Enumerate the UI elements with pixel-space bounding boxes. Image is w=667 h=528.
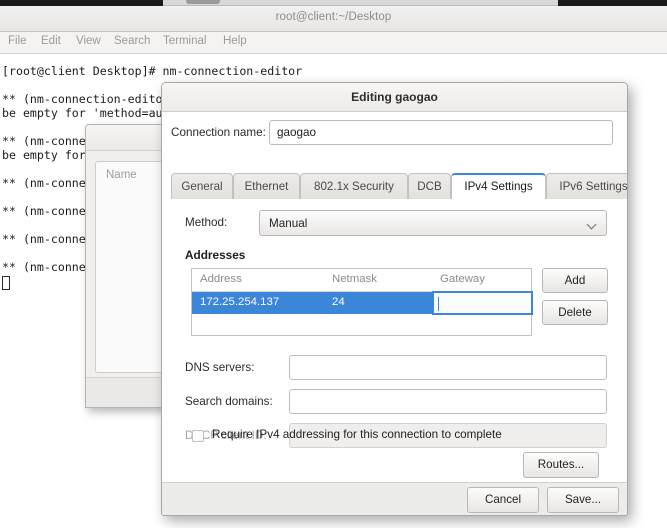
connection-name-row: Connection name: xyxy=(162,118,627,148)
connection-name-label: Connection name: xyxy=(171,126,266,139)
method-select[interactable]: Manual xyxy=(259,210,607,236)
cancel-button[interactable]: Cancel xyxy=(467,487,539,513)
addresses-heading: Addresses xyxy=(185,248,246,262)
cell-netmask[interactable]: 24 xyxy=(332,296,345,308)
tab-dcb[interactable]: DCB xyxy=(408,173,451,199)
terminal-line: be empty for 'method=auto' xyxy=(2,106,184,120)
terminal-titlebar[interactable]: root@client:~/Desktop xyxy=(0,6,667,32)
editing-connection-dialog: Editing gaogao Connection name: GeneralE… xyxy=(161,82,628,516)
terminal-title: root@client:~/Desktop xyxy=(275,11,392,23)
terminal-cursor xyxy=(2,276,10,290)
terminal-menubar: File Edit View Search Terminal Help xyxy=(0,32,667,54)
column-header-address[interactable]: Address xyxy=(200,273,242,285)
require-ipv4-row[interactable]: Require IPv4 addressing for this connect… xyxy=(192,428,592,446)
terminal-menu-file[interactable]: File xyxy=(8,35,27,47)
require-ipv4-label: Require IPv4 addressing for this connect… xyxy=(212,428,502,441)
connection-name-input[interactable] xyxy=(269,120,613,145)
column-header-gateway[interactable]: Gateway xyxy=(440,273,485,285)
dialog-action-bar: Cancel Save... xyxy=(162,482,627,515)
settings-tabstrip: General Ethernet 802.1x Security DCB IPv4 Se… xyxy=(171,173,627,199)
addresses-table-header: Address Netmask Gateway xyxy=(192,269,531,292)
connection-list-column-name: Name xyxy=(106,169,137,181)
screen: root@client:~/Desktop File Edit View Search… xyxy=(0,0,667,528)
chevron-down-icon xyxy=(588,221,597,226)
tab-ethernet[interactable]: Ethernet xyxy=(233,173,300,199)
routes-button[interactable]: Routes... xyxy=(523,452,599,478)
delete-address-button[interactable]: Delete xyxy=(542,300,608,325)
dns-servers-input[interactable] xyxy=(289,355,607,380)
tab-802-1x-security[interactable]: 802.1x Security xyxy=(300,173,408,199)
method-selected-value: Manual xyxy=(269,217,308,230)
ipv4-settings-page: Method: Manual Addresses Address Netmask G… xyxy=(171,199,620,479)
cell-address[interactable]: 172.25.254.137 xyxy=(200,296,279,308)
require-ipv4-checkbox[interactable] xyxy=(192,430,204,442)
table-row[interactable]: 172.25.254.137 24 xyxy=(192,291,533,315)
add-address-button[interactable]: Add xyxy=(542,268,608,293)
terminal-menu-search[interactable]: Search xyxy=(114,35,150,47)
dialog-title: Editing gaogao xyxy=(351,90,438,104)
terminal-menu-edit[interactable]: Edit xyxy=(41,35,61,47)
method-label: Method: xyxy=(185,216,228,229)
save-button[interactable]: Save... xyxy=(547,487,619,513)
search-domains-label: Search domains: xyxy=(185,395,273,408)
gateway-cell-input[interactable] xyxy=(432,291,533,315)
search-domains-input[interactable] xyxy=(289,389,607,414)
terminal-line: [root@client Desktop]# nm-connection-edi… xyxy=(2,64,303,78)
tab-general[interactable]: General xyxy=(171,173,233,199)
terminal-menu-terminal[interactable]: Terminal xyxy=(163,35,206,47)
dialog-body: Connection name: GeneralEthernet802.1x S… xyxy=(162,112,627,484)
text-caret xyxy=(438,297,439,311)
tab-ipv6-settings[interactable]: IPv6 Settings xyxy=(546,173,627,199)
dns-servers-label: DNS servers: xyxy=(185,361,255,374)
addresses-table[interactable]: Address Netmask Gateway 172.25.254.137 24 xyxy=(191,268,533,336)
tab-ipv4-settings[interactable]: IPv4 Settings xyxy=(451,173,546,199)
terminal-menu-view[interactable]: View xyxy=(76,35,101,47)
column-header-netmask[interactable]: Netmask xyxy=(332,273,377,285)
dialog-titlebar[interactable]: Editing gaogao xyxy=(162,83,627,112)
partial-panel-blob xyxy=(186,0,220,4)
terminal-menu-help[interactable]: Help xyxy=(223,35,247,47)
